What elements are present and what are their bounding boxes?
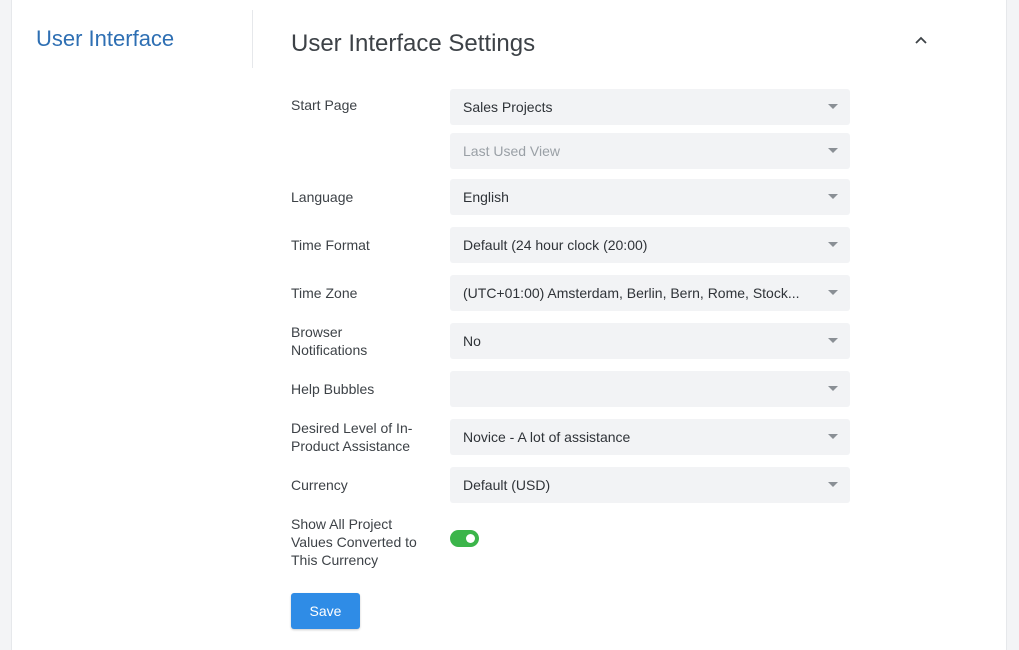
help-bubbles-label: Help Bubbles xyxy=(291,381,375,397)
toggle-knob xyxy=(466,534,475,543)
language-label: Language xyxy=(291,189,354,205)
assistance-select[interactable]: Novice - A lot of assistance xyxy=(450,419,850,455)
time-format-value: Default (24 hour clock (20:00) xyxy=(463,237,648,253)
show-converted-toggle[interactable] xyxy=(450,530,479,547)
start-page-value: Sales Projects xyxy=(463,99,553,115)
caret-down-icon xyxy=(828,386,838,391)
chevron-up-icon xyxy=(915,36,927,44)
caret-down-icon xyxy=(828,242,838,247)
start-page-view-select[interactable]: Last Used View xyxy=(450,133,850,169)
caret-down-icon xyxy=(828,482,838,487)
caret-down-icon xyxy=(828,338,838,343)
show-converted-label: Show All Project Values Converted to Thi… xyxy=(291,515,421,569)
page-title: User Interface Settings xyxy=(291,30,536,57)
assistance-label-line1: Desired Level of In- xyxy=(291,420,413,436)
time-zone-select[interactable]: (UTC+01:00) Amsterdam, Berlin, Bern, Rom… xyxy=(450,275,850,311)
start-page-select[interactable]: Sales Projects xyxy=(450,89,850,125)
divider xyxy=(252,10,253,68)
assistance-label-line2: Product Assistance xyxy=(291,438,411,454)
browser-notifications-label-line1: Browser xyxy=(291,324,343,340)
save-button[interactable]: Save xyxy=(291,593,360,629)
browser-notifications-label-line2: Notifications xyxy=(291,342,368,358)
browser-notifications-label: Browser Notifications xyxy=(291,323,421,359)
time-format-select[interactable]: Default (24 hour clock (20:00) xyxy=(450,227,850,263)
show-converted-label-line2: Values Converted to xyxy=(291,534,417,550)
browser-notifications-select[interactable]: No xyxy=(450,323,850,359)
language-value: English xyxy=(463,189,509,205)
browser-notifications-value: No xyxy=(463,333,481,349)
show-converted-label-line3: This Currency xyxy=(291,552,379,568)
settings-card: User Interface User Interface Settings S… xyxy=(11,0,1007,650)
currency-select[interactable]: Default (USD) xyxy=(450,467,850,503)
sidebar-title[interactable]: User Interface xyxy=(36,26,174,52)
caret-down-icon xyxy=(828,148,838,153)
collapse-button[interactable] xyxy=(909,28,933,52)
caret-down-icon xyxy=(828,194,838,199)
start-page-label: Start Page xyxy=(291,97,358,113)
assistance-label: Desired Level of In- Product Assistance xyxy=(291,419,421,455)
caret-down-icon xyxy=(828,290,838,295)
time-zone-label: Time Zone xyxy=(291,285,358,301)
start-page-view-value: Last Used View xyxy=(463,143,561,159)
caret-down-icon xyxy=(828,104,838,109)
time-format-label: Time Format xyxy=(291,237,370,253)
assistance-value: Novice - A lot of assistance xyxy=(463,429,631,445)
show-converted-label-line1: Show All Project xyxy=(291,516,393,532)
currency-value: Default (USD) xyxy=(463,477,551,493)
language-select[interactable]: English xyxy=(450,179,850,215)
currency-label: Currency xyxy=(291,477,348,493)
time-zone-value: (UTC+01:00) Amsterdam, Berlin, Bern, Rom… xyxy=(463,285,800,301)
help-bubbles-select[interactable] xyxy=(450,371,850,407)
caret-down-icon xyxy=(828,434,838,439)
